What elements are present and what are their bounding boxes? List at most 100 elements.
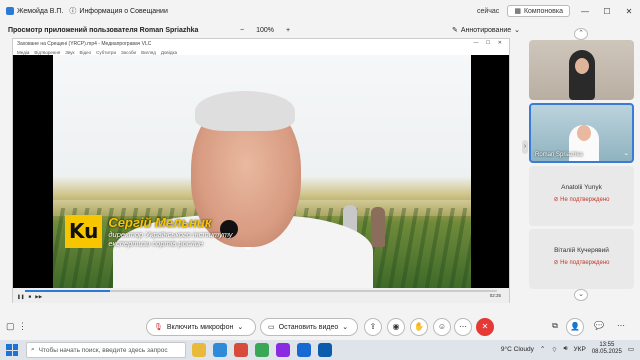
- participant-status: ⊘ Не подтверждено: [553, 197, 610, 203]
- more-options-icon[interactable]: ⋮: [18, 321, 27, 332]
- annotate-label: Аннотирование: [460, 26, 512, 34]
- menu-item[interactable]: Відтворення: [34, 50, 60, 55]
- stop-icon[interactable]: ■: [29, 294, 32, 300]
- interviewee-hair: [195, 91, 295, 131]
- share-title: Просмотр приложений пользователя Roman S…: [8, 26, 199, 34]
- more-panels-icon[interactable]: ⋯: [612, 318, 630, 336]
- layout-label: Компоновка: [523, 7, 563, 15]
- webex-taskbar-icon[interactable]: [318, 343, 332, 357]
- menu-item[interactable]: Засоби: [121, 50, 136, 55]
- info-icon: ⓘ: [69, 8, 77, 15]
- next-icon[interactable]: ▶▶: [35, 294, 42, 300]
- grid-icon: ▦: [514, 8, 521, 15]
- muted-mic-icon: ⌁: [624, 152, 628, 158]
- explorer-icon[interactable]: [192, 343, 206, 357]
- zoom-out-button[interactable]: −: [240, 27, 244, 34]
- annotate-button[interactable]: ✎ Аннотирование ⌄: [452, 26, 520, 35]
- time-total: 02:35: [489, 293, 501, 298]
- chevron-down-icon: ⌄: [514, 27, 520, 34]
- speaker-role-2: експертизи сортів рослин: [108, 239, 204, 248]
- speaker-role-1: директор Українського інституту: [108, 230, 233, 239]
- more-button[interactable]: ⋯: [454, 318, 472, 336]
- webex-icon: [6, 7, 14, 15]
- participant-tile[interactable]: Віталій Кучерявий ⊘ Не подтверждено: [529, 229, 634, 289]
- volume-icon[interactable]: 🔊︎: [563, 345, 567, 353]
- chat-icon[interactable]: 💬: [590, 318, 608, 336]
- playback-buttons: ❚❚ ■ ▶▶: [17, 294, 42, 300]
- zoom-in-button[interactable]: +: [286, 27, 290, 34]
- seek-bar[interactable]: [25, 290, 497, 292]
- participant-video: [569, 50, 595, 100]
- tray-arrow-icon[interactable]: ⌃: [540, 345, 545, 353]
- participant-video-tile[interactable]: [529, 40, 634, 100]
- menu-item[interactable]: Субтитри: [96, 50, 116, 55]
- video-frame[interactable]: Ku Сергій Мельник директор Українського …: [13, 55, 509, 288]
- notifications-icon[interactable]: ▭: [628, 345, 634, 353]
- search-icon: ⌕: [31, 346, 35, 353]
- video-scene: Ku Сергій Мельник директор Українського …: [53, 55, 471, 288]
- reactions-button[interactable]: ✋: [410, 318, 428, 336]
- start-icon[interactable]: [6, 344, 18, 356]
- zoom-value: 100%: [256, 26, 274, 34]
- participant-name: Roman Spriazhka: [535, 152, 583, 158]
- menu-item[interactable]: Вигляд: [141, 50, 156, 55]
- maximize-button[interactable]: ☐: [600, 7, 614, 16]
- unmute-button[interactable]: 🎙︎ Включить микрофон ⌄: [146, 318, 256, 336]
- emoji-button[interactable]: ☺: [433, 318, 451, 336]
- zoom-controls: − 100% +: [240, 27, 290, 34]
- vlc-player-controls: ❚❚ ■ ▶▶ 02:35: [13, 288, 509, 303]
- clock-time: 13:55: [599, 342, 615, 348]
- menu-item[interactable]: Звук: [65, 50, 74, 55]
- scroll-up-button[interactable]: ⌃: [574, 28, 588, 40]
- shared-window-titlebar: Заховане на Срещені (YRCP).mp4 - Медиапр…: [13, 39, 509, 48]
- language-indicator[interactable]: УКР: [574, 346, 586, 353]
- participant-tile[interactable]: Anatolii Yunyk ⊘ Не подтверждено: [529, 166, 634, 226]
- captions-icon[interactable]: ▢: [6, 321, 15, 332]
- participant-video-tile[interactable]: Roman Spriazhka ⌁: [529, 103, 634, 163]
- word-icon[interactable]: [297, 343, 311, 357]
- stop-video-button[interactable]: ▭ Остановить видео ⌄: [260, 318, 358, 336]
- collapse-panel-handle[interactable]: ›: [522, 140, 528, 154]
- share-button[interactable]: ⇪: [364, 318, 382, 336]
- camera-icon: ▭: [268, 324, 275, 331]
- close-button[interactable]: ✕: [622, 7, 636, 16]
- system-tray: 9°C Cloudy ⌃ ⌔ 🔊︎ УКР 13:55 08.05.2025 ▭: [501, 342, 634, 356]
- chrome-icon[interactable]: [255, 343, 269, 357]
- participant-status: ⊘ Не подтверждено: [553, 260, 610, 266]
- taskbar-search[interactable]: ⌕ Чтобы начать поиск, введите здесь запр…: [26, 342, 186, 358]
- edge-icon[interactable]: [213, 343, 227, 357]
- meeting-tab[interactable]: Жемойда В.П.: [6, 7, 63, 15]
- share-header: Просмотр приложений пользователя Roman S…: [8, 23, 520, 37]
- network-icon[interactable]: ⌔: [551, 345, 557, 354]
- menu-item[interactable]: Відео: [80, 50, 92, 55]
- clock[interactable]: 13:55 08.05.2025: [592, 342, 622, 356]
- layout-button[interactable]: ▦ Компоновка: [507, 5, 570, 17]
- pen-icon: ✎: [452, 27, 458, 34]
- background-person: [371, 207, 385, 247]
- pause-icon[interactable]: ❚❚: [17, 294, 25, 300]
- menu-item[interactable]: Медіа: [17, 50, 29, 55]
- weather-text[interactable]: 9°C Cloudy: [501, 346, 534, 353]
- channel-logo: Ku: [65, 215, 103, 248]
- participant-name: Віталій Кучерявий: [554, 247, 609, 254]
- end-call-button[interactable]: ✕: [476, 318, 494, 336]
- record-button[interactable]: ◉: [387, 318, 405, 336]
- participant-status-text: Не подтверждено: [560, 197, 610, 203]
- search-placeholder: Чтобы начать поиск, введите здесь запрос: [38, 346, 168, 354]
- seek-bar-fill: [25, 290, 110, 292]
- top-bar: Жемойда В.П. ⓘ Информация о Совещании се…: [0, 0, 640, 22]
- speaker-name: Сергій Мельник: [108, 215, 212, 230]
- app-icon[interactable]: [234, 343, 248, 357]
- meeting-info-tab[interactable]: ⓘ Информация о Совещании: [69, 6, 167, 16]
- participants-button[interactable]: 👤: [566, 318, 584, 336]
- shared-window-controls: — ☐ ✕: [473, 40, 505, 46]
- menu-item[interactable]: Довідка: [161, 50, 177, 55]
- viber-icon[interactable]: [276, 343, 290, 357]
- meeting-info-label: Информация о Совещании: [79, 7, 168, 15]
- scroll-down-button[interactable]: ⌄: [574, 289, 588, 301]
- shared-window: Заховане на Срещені (YRCP).mp4 - Медиапр…: [12, 38, 510, 303]
- lower-third-caption: Ku Сергій Мельник директор Українського …: [65, 215, 233, 248]
- minimize-button[interactable]: —: [578, 7, 592, 16]
- apps-icon[interactable]: ⧉: [546, 318, 564, 336]
- participant-status-text: Не подтверждено: [560, 260, 610, 266]
